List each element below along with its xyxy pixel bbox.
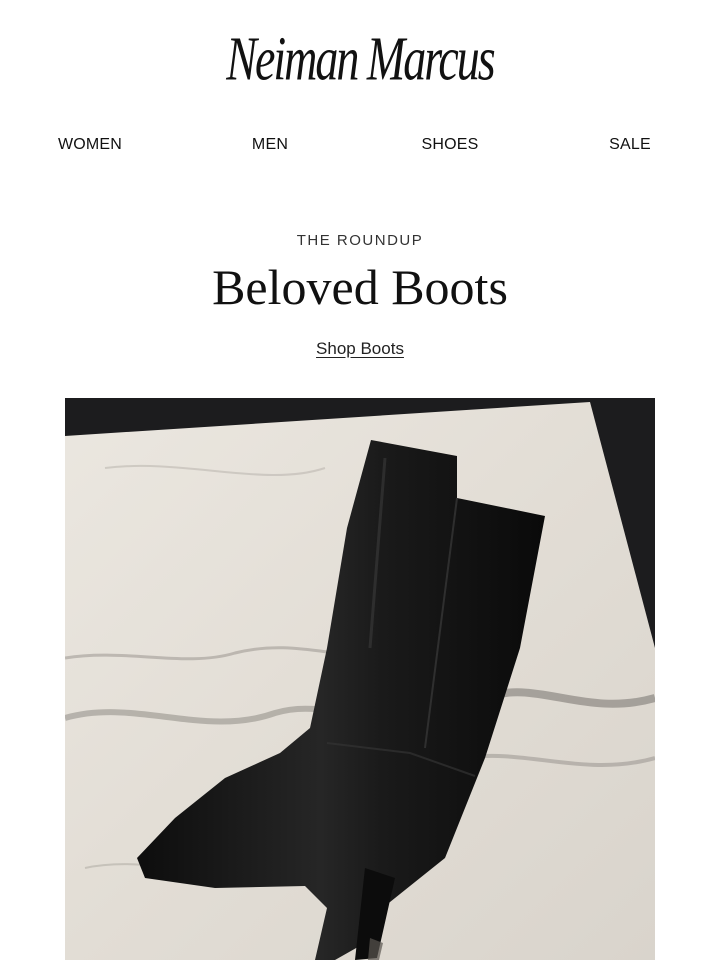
hero-image[interactable]	[65, 398, 655, 960]
shop-boots-link[interactable]: Shop Boots	[316, 339, 404, 358]
page-headline: Beloved Boots	[212, 259, 508, 315]
main-nav: WOMEN MEN SHOES SALE	[0, 136, 720, 156]
cta-container: Shop Boots	[0, 339, 720, 359]
boot-photo-icon	[65, 398, 655, 960]
nav-item-shoes[interactable]: SHOES	[421, 136, 478, 154]
nav-item-women[interactable]: WOMEN	[58, 136, 122, 154]
section-eyebrow: THE ROUNDUP	[296, 232, 424, 249]
brand-logo[interactable]: Neiman Marcus	[0, 27, 720, 90]
nav-item-men[interactable]: MEN	[252, 136, 288, 154]
nav-item-sale[interactable]: SALE	[609, 136, 651, 154]
